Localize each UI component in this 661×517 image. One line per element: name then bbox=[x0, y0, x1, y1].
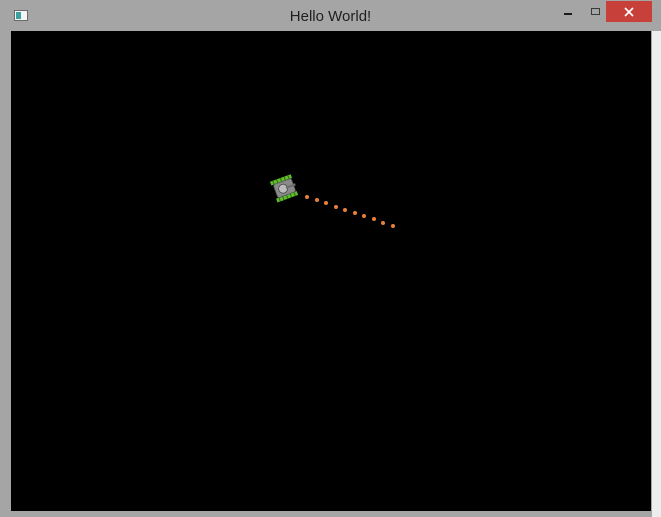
maximize-icon bbox=[590, 8, 600, 15]
bullet bbox=[314, 198, 319, 203]
minimize-icon bbox=[564, 12, 572, 15]
bullet bbox=[324, 201, 328, 206]
close-icon bbox=[624, 6, 634, 17]
minimize-button[interactable] bbox=[555, 1, 581, 22]
bullet bbox=[381, 220, 385, 225]
bullet bbox=[305, 195, 309, 199]
app-window-icon[interactable] bbox=[14, 10, 28, 21]
title-bar[interactable]: Hello World! bbox=[0, 0, 661, 31]
maximize-button[interactable] bbox=[582, 1, 608, 22]
tank-icon bbox=[270, 174, 299, 203]
app-window: Hello World! bbox=[0, 0, 661, 517]
bullet bbox=[343, 207, 347, 212]
bullet bbox=[362, 214, 366, 219]
bullet bbox=[371, 217, 376, 222]
bullet bbox=[352, 211, 357, 215]
background-app-sliver bbox=[652, 28, 661, 517]
close-button[interactable] bbox=[606, 1, 652, 22]
game-canvas[interactable] bbox=[11, 31, 651, 511]
bullet bbox=[333, 204, 338, 209]
bullet bbox=[390, 223, 395, 228]
